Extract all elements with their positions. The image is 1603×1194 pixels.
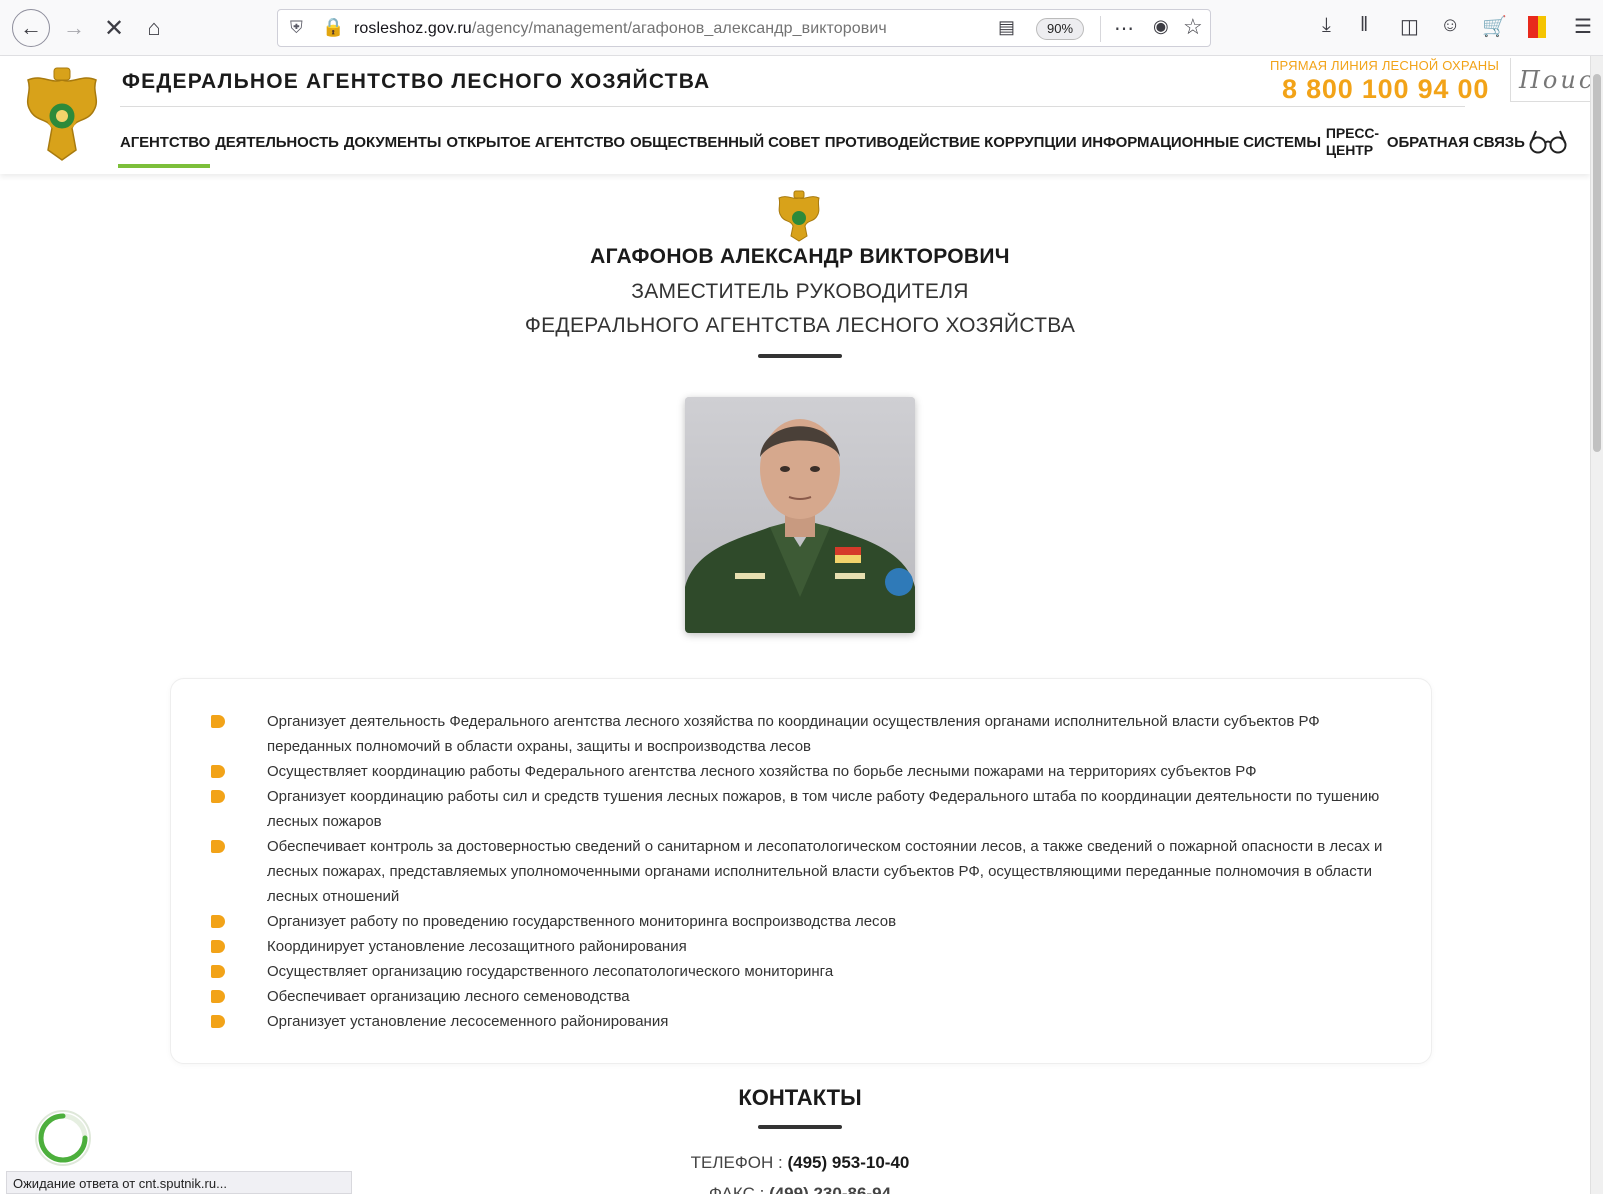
browser-status-bar: Ожидание ответа от cnt.sputnik.ru... — [6, 1171, 352, 1194]
nav-item-press-center[interactable]: ПРЕСС-ЦЕНТР — [1326, 125, 1382, 159]
duty-text: Организует установление лесосеменного ра… — [267, 1013, 669, 1030]
bookmark-star-icon[interactable]: ☆ — [1183, 14, 1203, 40]
reader-view-icon[interactable]: ▤ — [998, 17, 1015, 38]
duties-card: Организует деятельность Федерального аге… — [170, 678, 1432, 1064]
stop-loading-button[interactable]: ✕ — [96, 10, 132, 46]
person-position-line2: ФЕДЕРАЛЬНОГО АГЕНТСТВА ЛЕСНОГО ХОЗЯЙСТВА — [524, 314, 1076, 337]
tracking-protection-icon[interactable]: ⛨ — [290, 18, 303, 38]
address-bar[interactable]: ⛨ 🔒 rosleshoz.gov.ru/agency/management/а… — [277, 9, 1211, 47]
page-actions-icon[interactable]: ⋯ — [1114, 16, 1135, 41]
duty-item: Организует работу по проведению государс… — [211, 909, 1391, 934]
person-photo — [685, 397, 915, 633]
contacts-divider — [758, 1125, 842, 1129]
bullet-icon — [211, 915, 225, 928]
bullet-icon — [211, 790, 225, 803]
forward-button[interactable]: → — [56, 10, 92, 46]
hotline-label: ПРЯМАЯ ЛИНИЯ ЛЕСНОЙ ОХРАНЫ — [1270, 58, 1500, 73]
duty-text: Организует работу по проведению государс… — [267, 913, 897, 930]
contacts-title: КОНТАКТЫ — [738, 1085, 862, 1110]
bullet-icon — [211, 940, 225, 953]
sidebar-icon[interactable]: ◫ — [1400, 14, 1419, 39]
person-position-line1: ЗАМЕСТИТЕЛЬ РУКОВОДИТЕЛЯ — [631, 280, 969, 303]
person-name: АГАФОНОВ АЛЕКСАНДР ВИКТОРОВИЧ — [590, 245, 1010, 268]
duty-item: Осуществляет организацию государственног… — [211, 959, 1391, 984]
url-path: /agency/management/агафонов_александр_ви… — [471, 20, 887, 37]
duty-text: Обеспечивает организацию лесного семенов… — [267, 988, 630, 1005]
fax-label: ФАКС : — [709, 1184, 765, 1194]
nav-item-agency[interactable]: АГЕНТСТВО — [120, 134, 210, 151]
browser-toolbar: ← → ✕ ⌂ ⛨ 🔒 rosleshoz.gov.ru/agency/mana… — [0, 0, 1603, 56]
url-domain: rosleshoz.gov.ru — [354, 20, 472, 37]
duty-text: Осуществляет координацию работы Федераль… — [267, 763, 1257, 780]
title-divider — [758, 354, 842, 358]
bullet-icon — [211, 715, 225, 728]
cart-icon[interactable]: 🛒 — [1482, 14, 1507, 39]
phone-value[interactable]: (495) 953-10-40 — [787, 1153, 909, 1172]
extension-flag-icon[interactable] — [1528, 16, 1546, 38]
downloads-icon[interactable]: ⤓ — [1322, 14, 1331, 37]
bullet-icon — [211, 840, 225, 853]
duty-item: Организует координацию работы сил и сред… — [211, 784, 1391, 834]
coat-of-arms-icon — [778, 190, 820, 242]
phone-label: ТЕЛЕФОН : — [690, 1153, 783, 1172]
duty-text: Обеспечивает контроль за достоверностью … — [267, 838, 1383, 905]
portrait-illustration — [685, 397, 915, 633]
coat-of-arms-logo[interactable] — [20, 66, 104, 164]
hotline-phone[interactable]: 8 800 100 94 00 — [1282, 74, 1489, 105]
bullet-icon — [211, 990, 225, 1003]
duty-text: Организует деятельность Федерального аге… — [267, 713, 1320, 755]
nav-item-documents[interactable]: ДОКУМЕНТЫ — [344, 134, 442, 151]
search-input[interactable]: Поиск — [1510, 58, 1600, 102]
duty-item: Обеспечивает организацию лесного семенов… — [211, 984, 1391, 1009]
site-header: ФЕДЕРАЛЬНОЕ АГЕНТСТВО ЛЕСНОГО ХОЗЯЙСТВА … — [0, 56, 1600, 174]
page-scrollbar[interactable] — [1590, 56, 1603, 1194]
pocket-icon[interactable]: ◉ — [1153, 16, 1169, 37]
nav-item-feedback[interactable]: ОБРАТНАЯ СВЯЗЬ — [1387, 134, 1525, 151]
menu-icon[interactable]: ☰ — [1574, 14, 1592, 39]
nav-item-activity[interactable]: ДЕЯТЕЛЬНОСТЬ — [215, 134, 339, 151]
home-button[interactable]: ⌂ — [136, 10, 172, 46]
back-button[interactable]: ← — [12, 9, 50, 47]
bullet-icon — [211, 965, 225, 978]
header-divider — [120, 106, 1465, 107]
main-nav: АГЕНТСТВО ДЕЯТЕЛЬНОСТЬ ДОКУМЕНТЫ ОТКРЫТО… — [120, 122, 1530, 162]
duty-text: Координирует установление лесозащитного … — [267, 938, 687, 955]
url-text[interactable]: rosleshoz.gov.ru/agency/management/агафо… — [354, 20, 887, 38]
account-icon[interactable]: ☺ — [1440, 14, 1460, 37]
duty-item: Обеспечивает контроль за достоверностью … — [211, 834, 1391, 909]
zoom-level-badge[interactable]: 90% — [1036, 18, 1085, 40]
agency-title[interactable]: ФЕДЕРАЛЬНОЕ АГЕНТСТВО ЛЕСНОГО ХОЗЯЙСТВА — [122, 70, 710, 94]
bullet-icon — [211, 1015, 225, 1028]
duties-list: Организует деятельность Федерального аге… — [211, 709, 1391, 1034]
accessibility-glasses-icon[interactable] — [1528, 126, 1568, 156]
bullet-icon — [211, 765, 225, 778]
library-icon[interactable]: ‖ — [1360, 14, 1368, 37]
nav-active-indicator — [118, 164, 210, 168]
loading-spinner-icon — [35, 1110, 91, 1166]
duty-item: Организует установление лесосеменного ра… — [211, 1009, 1391, 1034]
nav-item-public-council[interactable]: ОБЩЕСТВЕННЫЙ СОВЕТ — [630, 134, 820, 151]
duty-text: Осуществляет организацию государственног… — [267, 963, 834, 980]
contact-phone-row: ТЕЛЕФОН : (495) 953-10-40 — [0, 1153, 1600, 1173]
nav-item-information-systems[interactable]: ИНФОРМАЦИОННЫЕ СИСТЕМЫ — [1082, 134, 1321, 151]
nav-item-anti-corruption[interactable]: ПРОТИВОДЕЙСТВИЕ КОРРУПЦИИ — [825, 134, 1077, 151]
duty-item: Координирует установление лесозащитного … — [211, 934, 1391, 959]
duty-text: Организует координацию работы сил и сред… — [267, 788, 1380, 830]
insecure-connection-icon[interactable]: 🔒 — [322, 17, 344, 38]
duty-item: Организует деятельность Федерального аге… — [211, 709, 1391, 759]
duty-item: Осуществляет координацию работы Федераль… — [211, 759, 1391, 784]
fax-value: (499) 230-86-94 — [769, 1184, 891, 1194]
nav-item-open-agency[interactable]: ОТКРЫТОЕ АГЕНТСТВО — [446, 134, 625, 151]
scrollbar-thumb[interactable] — [1593, 74, 1601, 452]
url-separator — [1100, 16, 1101, 42]
